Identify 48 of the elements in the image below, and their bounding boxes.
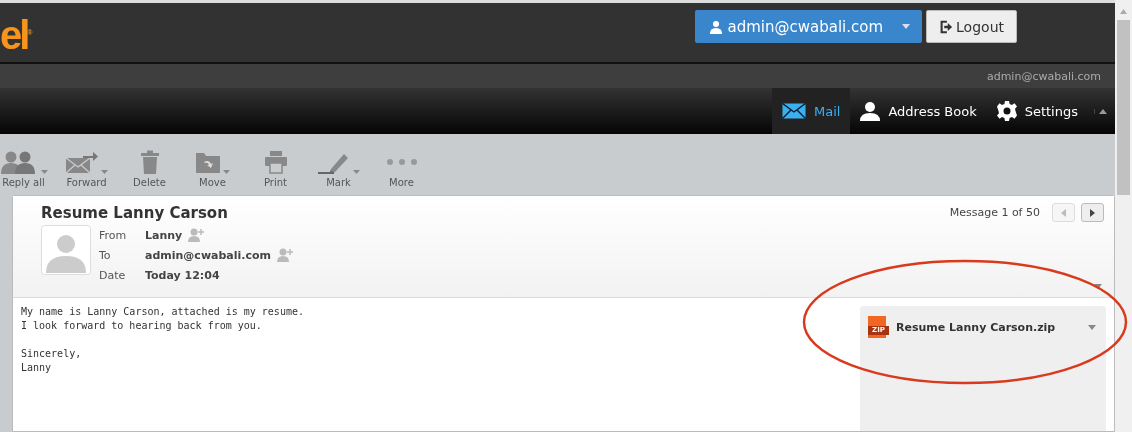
user-menu-button[interactable]: admin@cwabali.com: [694, 10, 923, 43]
nav-tab[interactable]: Address Book: [850, 88, 987, 134]
person-icon: [708, 19, 723, 34]
message-counter: Message 1 of 50: [949, 206, 1040, 219]
left-arrow-icon: [1061, 208, 1066, 217]
toolbar-button[interactable]: Reply all: [0, 134, 55, 195]
toolbar-button[interactable]: Delete: [118, 134, 181, 195]
more-icon: [385, 158, 418, 166]
nav-tab[interactable]: Mail: [772, 88, 851, 134]
toolbar-button[interactable]: Move: [181, 134, 244, 195]
avatar-icon: [41, 225, 91, 275]
body-line: Lanny: [21, 362, 53, 375]
body-line: My name is Lanny Carson, attached is my resume.: [21, 306, 304, 319]
header-label: To: [99, 248, 112, 262]
next-button[interactable]: [1081, 203, 1104, 222]
message-subject: Resume Lanny Carson: [41, 203, 228, 222]
expand-icon[interactable]: [1094, 284, 1102, 289]
printer-icon: [263, 150, 288, 174]
header-value[interactable]: Today 12:04: [145, 268, 220, 282]
body-line: I look forward to hearing back from you.: [21, 320, 263, 333]
toolbar-button[interactable]: Print: [244, 134, 307, 195]
header-label: Date: [99, 268, 127, 282]
caret-icon: [902, 24, 911, 29]
collapse-icon[interactable]: [1094, 108, 1107, 114]
toolbar-button[interactable]: More: [370, 134, 433, 195]
add-contact-icon[interactable]: [277, 248, 296, 262]
right-arrow-icon: [1090, 208, 1095, 217]
header-value[interactable]: admin@cwabali.com: [145, 248, 272, 262]
toolbar-button[interactable]: Forward: [55, 134, 118, 195]
attachment-name[interactable]: Resume Lanny Carson.zip: [896, 320, 1081, 334]
header-value[interactable]: Lanny: [145, 228, 183, 242]
account-label: admin@cwabali.com: [986, 69, 1101, 83]
folder-icon: [195, 150, 221, 174]
caret-icon[interactable]: [1088, 324, 1096, 330]
trash-icon: [139, 150, 160, 174]
forward-mail-icon: [65, 150, 99, 174]
body-line: Sincerely,: [21, 348, 83, 361]
envelope-icon: [782, 103, 806, 119]
person-icon: [860, 101, 881, 121]
header-label: From: [99, 228, 128, 242]
logout-button[interactable]: Logout: [926, 10, 1017, 43]
toolbar-button[interactable]: Mark: [307, 134, 370, 195]
scrollbar[interactable]: [1115, 0, 1132, 432]
settings-icon: [996, 101, 1017, 121]
logo: el$^{®}$: [0, 15, 30, 55]
logout-icon: [939, 19, 954, 34]
add-contact-icon[interactable]: [188, 228, 207, 242]
nav-tab[interactable]: Settings: [986, 88, 1088, 134]
